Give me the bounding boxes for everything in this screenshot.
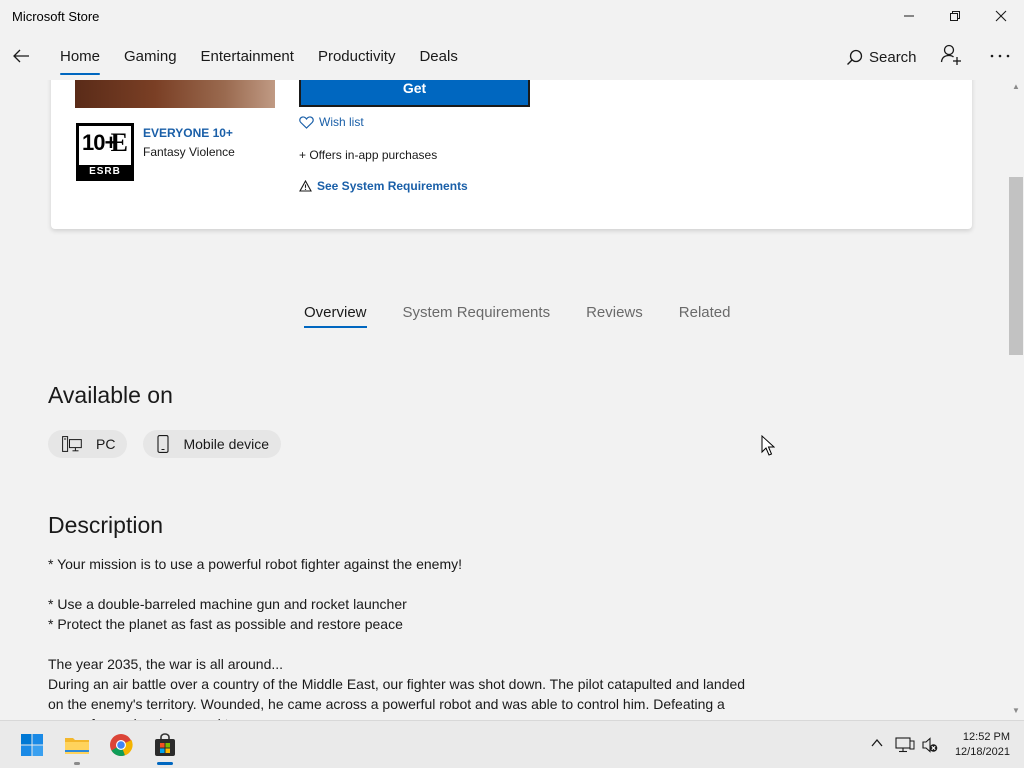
wishlist-button[interactable]: Wish list — [299, 115, 364, 129]
close-icon — [995, 10, 1007, 22]
system-clock[interactable]: 12:52 PM 12/18/2021 — [955, 730, 1010, 760]
store-bag-icon — [155, 733, 175, 756]
platform-chips: PC Mobile device — [48, 430, 297, 458]
search-button[interactable]: Search — [846, 42, 917, 72]
mobile-device-icon — [157, 435, 170, 453]
back-arrow-icon — [13, 49, 29, 63]
nav-tab-home[interactable]: Home — [60, 48, 101, 76]
window-title: Microsoft Store — [12, 9, 100, 24]
chrome-button[interactable] — [105, 729, 137, 761]
chrome-icon — [110, 734, 133, 757]
search-icon — [847, 49, 863, 65]
nav-tab-deals[interactable]: Deals — [419, 48, 457, 76]
search-label: Search — [869, 48, 917, 66]
close-button[interactable] — [978, 0, 1024, 32]
minimize-icon — [904, 15, 914, 17]
in-app-label: + Offers in-app purchases — [299, 148, 438, 162]
add-user-icon — [940, 44, 961, 65]
description-paragraph: * Your mission is to use a powerful robo… — [48, 556, 463, 572]
product-card: Get 10+ E ESRB EVERYONE 10+ Fantasy Viol… — [51, 80, 972, 229]
tab-related[interactable]: Related — [679, 304, 731, 328]
esrb-letter: E — [110, 128, 128, 157]
file-explorer-button[interactable] — [61, 729, 93, 761]
system-requirements-link[interactable]: See System Requirements — [299, 179, 468, 193]
nav-tab-entertainment[interactable]: Entertainment — [201, 48, 294, 76]
tab-overview[interactable]: Overview — [304, 304, 367, 328]
start-button[interactable] — [16, 729, 48, 761]
in-app-purchases-note: + Offers in-app purchases — [299, 148, 437, 162]
account-button[interactable] — [940, 44, 962, 71]
microsoft-store-button[interactable] — [149, 729, 181, 761]
wishlist-label: Wish list — [319, 115, 364, 129]
detail-tabs: Overview System Requirements Reviews Rel… — [304, 304, 766, 328]
heart-icon — [299, 115, 314, 129]
platform-label-mobile: Mobile device — [183, 436, 270, 452]
sysreq-label: See System Requirements — [317, 179, 468, 193]
restore-button[interactable] — [932, 0, 978, 32]
network-icon[interactable] — [895, 737, 915, 753]
rating-descriptor: Fantasy Violence — [143, 145, 235, 159]
minimize-button[interactable] — [886, 0, 932, 32]
product-image — [75, 80, 275, 108]
nav-tabs: Home Gaming Entertainment Productivity D… — [60, 48, 482, 76]
available-on-heading: Available on — [48, 382, 173, 408]
nav-bar: Home Gaming Entertainment Productivity D… — [0, 34, 1024, 80]
esrb-rating-badge: 10+ E ESRB — [76, 123, 134, 181]
description-text: * Your mission is to use a powerful robo… — [48, 554, 748, 720]
description-paragraph: The year 2035, the war is all around... … — [48, 656, 746, 720]
tab-system-requirements[interactable]: System Requirements — [403, 304, 551, 328]
nav-tab-productivity[interactable]: Productivity — [318, 48, 396, 76]
platform-chip-mobile: Mobile device — [143, 430, 282, 458]
scroll-thumb[interactable] — [1009, 177, 1023, 355]
scroll-down-icon[interactable]: ▼ — [1012, 706, 1020, 715]
description-paragraph: * Use a double-barreled machine gun and … — [48, 596, 407, 632]
clock-time: 12:52 PM — [962, 731, 1010, 743]
scroll-up-icon[interactable]: ▲ — [1012, 82, 1020, 91]
rating-title[interactable]: EVERYONE 10+ — [143, 126, 233, 140]
platform-label-pc: PC — [96, 436, 116, 452]
description-heading: Description — [48, 512, 164, 538]
volume-muted-icon[interactable] — [922, 737, 938, 753]
more-options-button[interactable] — [988, 46, 1012, 66]
warning-icon — [299, 180, 312, 192]
nav-tab-gaming[interactable]: Gaming — [124, 48, 177, 76]
mouse-cursor-icon — [761, 435, 775, 456]
platform-chip-pc: PC — [48, 430, 128, 458]
taskbar: 12:52 PM 12/18/2021 — [0, 720, 1024, 768]
folder-icon — [65, 738, 89, 754]
main-content: Get 10+ E ESRB EVERYONE 10+ Fantasy Viol… — [0, 80, 1008, 720]
tab-reviews[interactable]: Reviews — [586, 304, 643, 328]
restore-icon — [950, 11, 960, 21]
back-button[interactable] — [8, 42, 34, 70]
get-button[interactable]: Get — [299, 80, 530, 107]
more-icon — [990, 54, 1010, 58]
chevron-up-icon[interactable] — [870, 736, 884, 750]
clock-date: 12/18/2021 — [954, 746, 1010, 758]
esrb-brand: ESRB — [79, 165, 131, 178]
windows-logo-icon — [21, 734, 43, 756]
store-active-indicator — [157, 762, 173, 765]
title-bar: Microsoft Store — [0, 0, 1024, 34]
pc-icon — [62, 436, 82, 452]
vertical-scrollbar[interactable]: ▲ ▼ — [1008, 80, 1024, 720]
file-explorer-indicator — [74, 762, 80, 765]
